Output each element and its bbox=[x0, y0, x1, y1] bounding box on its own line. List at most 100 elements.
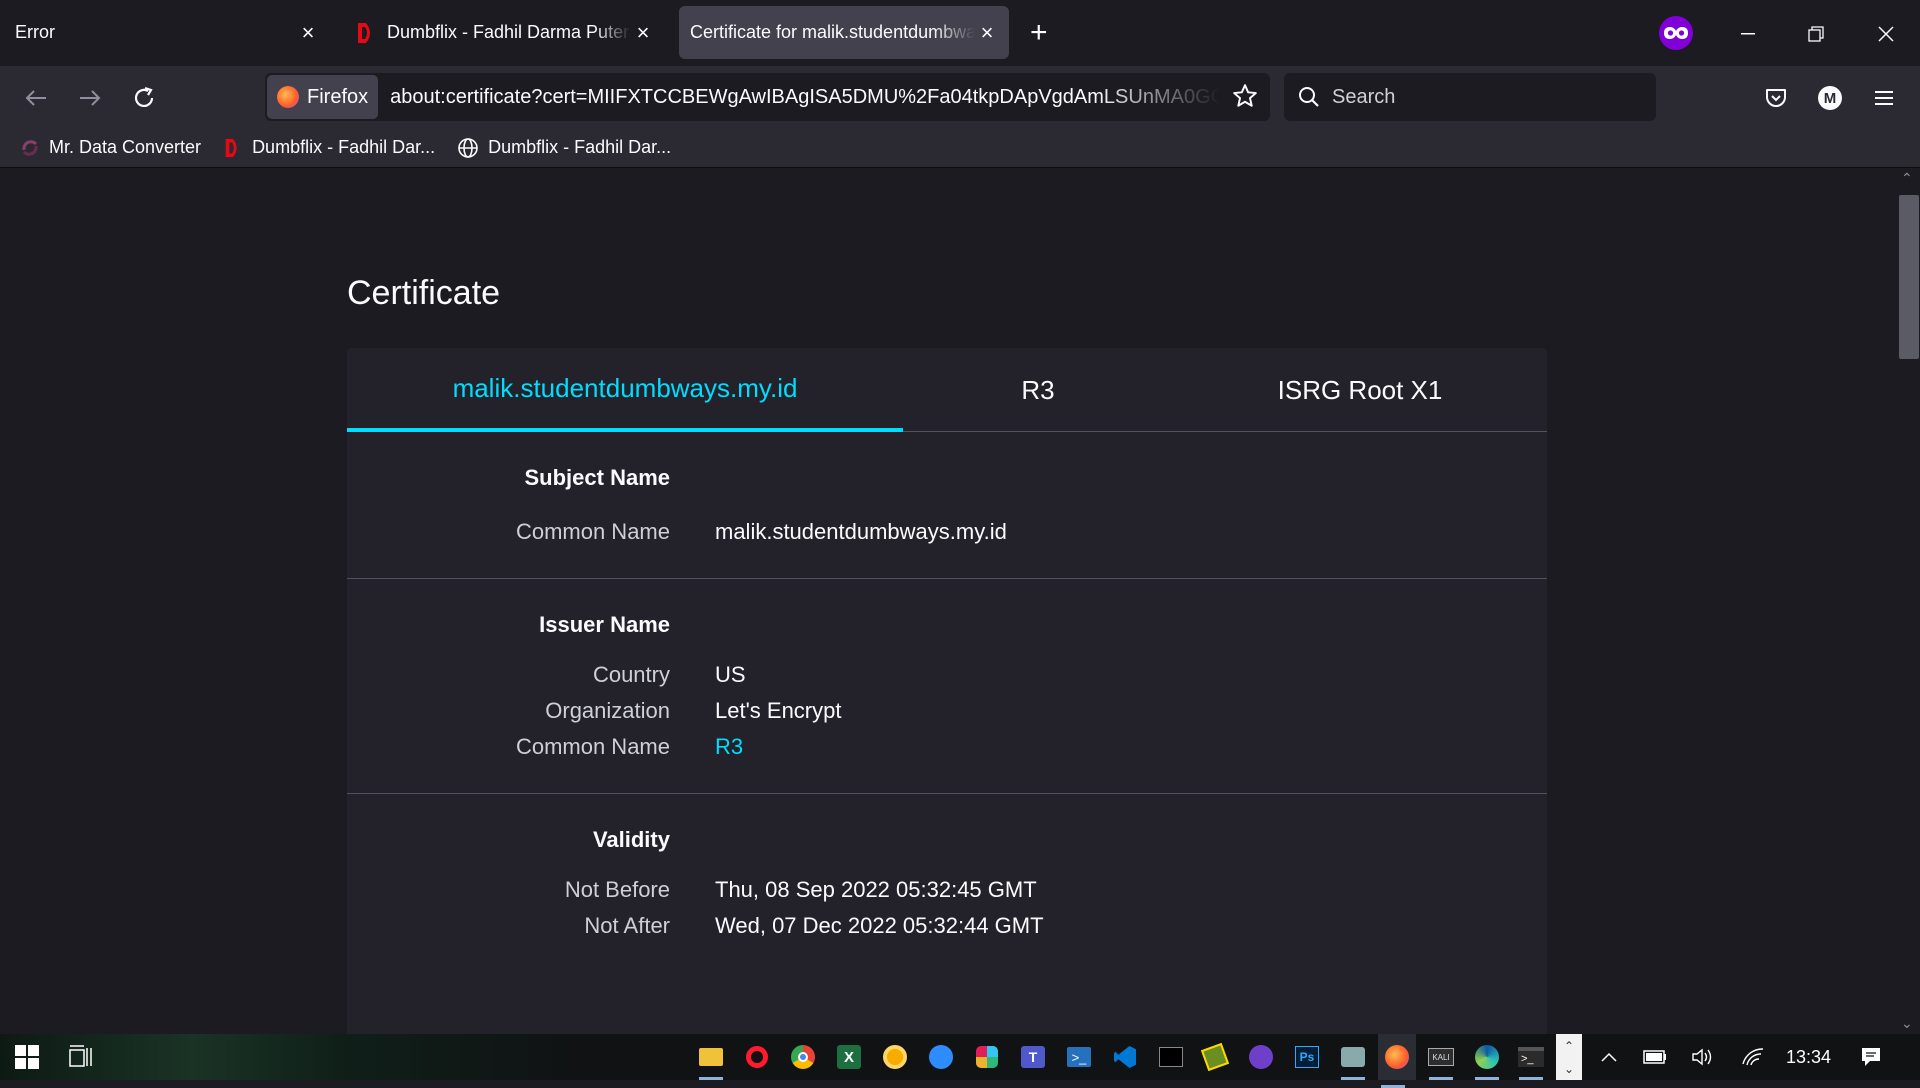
section-title: Validity bbox=[592, 827, 670, 852]
search-placeholder: Search bbox=[1332, 85, 1396, 108]
windows-terminal-icon[interactable]: >_ bbox=[1516, 1042, 1546, 1080]
new-tab-button[interactable]: + bbox=[1030, 18, 1048, 48]
app-icon[interactable] bbox=[1338, 1042, 1368, 1080]
close-window-button[interactable] bbox=[1866, 14, 1906, 54]
field-value: Wed, 07 Dec 2022 05:32:44 GMT bbox=[715, 913, 1044, 938]
identity-box[interactable]: Firefox bbox=[267, 75, 379, 119]
photoshop-icon[interactable]: Ps bbox=[1292, 1042, 1322, 1072]
field-label: Organization bbox=[545, 698, 670, 723]
page-title: Certificate bbox=[347, 274, 501, 312]
search-box[interactable]: Search bbox=[1284, 73, 1656, 121]
chevron-up-icon[interactable]: ⌃ bbox=[1564, 1039, 1574, 1053]
restore-button[interactable] bbox=[1796, 14, 1836, 54]
certificate-tabs: malik.studentdumbways.my.id R3 ISRG Root… bbox=[347, 348, 1547, 432]
tab-label: Certificate for malik.studentdumbways bbox=[690, 22, 975, 42]
field-value: Thu, 08 Sep 2022 05:32:45 GMT bbox=[715, 877, 1037, 902]
tab-cert-isrg-root[interactable]: ISRG Root X1 bbox=[1173, 348, 1547, 432]
field-label: Common Name bbox=[515, 519, 670, 544]
bookmark-item[interactable]: Mr. Data Converter bbox=[20, 137, 201, 158]
hamburger-menu-icon bbox=[1875, 91, 1893, 105]
field-value: Let's Encrypt bbox=[715, 698, 842, 723]
chrome-canary-icon[interactable] bbox=[880, 1042, 910, 1072]
firefox-taskbar-icon[interactable] bbox=[1378, 1034, 1416, 1088]
taskbar-clock[interactable]: 13:34 bbox=[1786, 1047, 1831, 1068]
windows-logo-icon bbox=[15, 1045, 39, 1069]
excel-icon[interactable]: X bbox=[834, 1042, 864, 1072]
tab-label: Dumbflix - Fadhil Darma Putera A bbox=[387, 22, 631, 42]
forward-button[interactable] bbox=[72, 80, 108, 116]
slack-icon[interactable] bbox=[972, 1042, 1002, 1072]
field-value: malik.studentdumbways.my.id bbox=[715, 519, 1007, 544]
zoom-icon[interactable] bbox=[926, 1042, 956, 1072]
taskbar-scroll-button[interactable]: ⌃ ⌄ bbox=[1556, 1034, 1582, 1080]
close-tab-icon[interactable]: × bbox=[296, 20, 320, 45]
opera-icon[interactable] bbox=[742, 1042, 772, 1072]
chrome-icon[interactable] bbox=[788, 1042, 818, 1072]
task-view-icon bbox=[69, 1045, 92, 1067]
file-explorer-icon[interactable] bbox=[696, 1042, 726, 1080]
chevron-down-icon[interactable]: ⌄ bbox=[1564, 1062, 1574, 1076]
battery-icon[interactable] bbox=[1640, 1042, 1670, 1072]
edge-icon[interactable] bbox=[1472, 1042, 1502, 1080]
globe-icon bbox=[458, 137, 478, 158]
start-button[interactable] bbox=[12, 1042, 42, 1072]
kali-icon[interactable]: KALI bbox=[1426, 1042, 1456, 1080]
close-tab-icon[interactable]: × bbox=[631, 20, 655, 45]
scroll-up-icon[interactable]: ⌃ bbox=[1901, 170, 1913, 187]
section-title: Subject Name bbox=[524, 465, 671, 490]
dumbflix-icon bbox=[358, 22, 370, 43]
private-browsing-icon bbox=[1659, 16, 1693, 50]
validity-section: Validity Not Before Thu, 08 Sep 2022 05:3… bbox=[347, 794, 1547, 970]
volume-icon[interactable] bbox=[1688, 1042, 1718, 1072]
bookmark-item[interactable]: Dumbflix - Fadhil Dar... bbox=[457, 137, 671, 159]
search-icon bbox=[1299, 87, 1319, 107]
back-button[interactable] bbox=[18, 80, 54, 116]
powershell-icon[interactable]: >_ bbox=[1064, 1042, 1094, 1072]
show-hidden-icons-button[interactable] bbox=[1594, 1042, 1624, 1072]
account-button[interactable]: M bbox=[1812, 80, 1848, 116]
bookmark-star-icon[interactable] bbox=[1232, 83, 1258, 114]
vscode-icon[interactable] bbox=[1110, 1042, 1140, 1072]
dumbflix-icon bbox=[225, 138, 237, 157]
tab-cert-r3[interactable]: R3 bbox=[903, 348, 1173, 432]
url-text[interactable]: about:certificate?cert=MIIFXTCCBEWgAwIBA… bbox=[390, 86, 1220, 109]
pocket-button[interactable] bbox=[1758, 80, 1794, 116]
navigation-toolbar: Firefox about:certificate?cert=MIIFXTCCB… bbox=[0, 66, 1920, 128]
bookmark-item[interactable]: Dumbflix - Fadhil Dar... bbox=[223, 137, 435, 159]
utility-icon[interactable] bbox=[1200, 1042, 1230, 1072]
windows-taskbar: X T >_ Ps KALI >_ ⌃ ⌄ 13:34 bbox=[0, 1034, 1920, 1088]
firefox-icon bbox=[277, 86, 299, 108]
certificate-card: malik.studentdumbways.my.id R3 ISRG Root… bbox=[347, 348, 1547, 1034]
scroll-down-icon[interactable]: ⌄ bbox=[1901, 1015, 1913, 1032]
bookmark-label: Mr. Data Converter bbox=[49, 137, 202, 157]
section-title: Issuer Name bbox=[539, 612, 670, 637]
reload-button[interactable] bbox=[126, 80, 162, 116]
chevron-up-icon bbox=[1601, 1052, 1617, 1062]
field-label: Common Name bbox=[515, 734, 670, 759]
teams-icon[interactable]: T bbox=[1018, 1042, 1048, 1072]
tab-strip: Error × Dumbflix - Fadhil Darma Putera A… bbox=[0, 0, 1920, 66]
tab-dumbflix[interactable]: Dumbflix - Fadhil Darma Putera A × bbox=[345, 6, 665, 59]
tab-cert-leaf[interactable]: malik.studentdumbways.my.id bbox=[347, 348, 903, 432]
task-view-button[interactable] bbox=[66, 1042, 96, 1072]
issuer-name-section: Issuer Name Country US Organization Let's … bbox=[347, 579, 1547, 794]
vertical-scrollbar[interactable]: ⌃ ⌄ bbox=[1896, 168, 1920, 1034]
close-tab-icon[interactable]: × bbox=[975, 20, 999, 45]
app-menu-button[interactable] bbox=[1866, 80, 1902, 116]
tab-certificate[interactable]: Certificate for malik.studentdumbways × bbox=[679, 6, 1009, 59]
issuer-link[interactable]: R3 bbox=[715, 734, 743, 760]
scrollbar-thumb[interactable] bbox=[1899, 195, 1919, 359]
bookmark-label: Dumbflix - Fadhil Dar... bbox=[488, 137, 672, 157]
terminal-icon[interactable] bbox=[1156, 1042, 1186, 1072]
subject-name-section: Subject Name Common Name malik.studentdum… bbox=[347, 432, 1547, 579]
pocket-icon bbox=[1766, 89, 1786, 107]
wifi-icon[interactable] bbox=[1738, 1042, 1768, 1072]
github-icon[interactable] bbox=[1246, 1042, 1276, 1072]
tab-error[interactable]: Error × bbox=[0, 6, 330, 59]
bookmarks-toolbar: Mr. Data Converter Dumbflix - Fadhil Dar… bbox=[0, 128, 1920, 168]
field-label: Not Before bbox=[564, 877, 670, 902]
field-label: Not After bbox=[584, 913, 670, 938]
minimize-button[interactable] bbox=[1728, 14, 1768, 54]
address-bar[interactable]: Firefox about:certificate?cert=MIIFXTCCB… bbox=[265, 73, 1270, 121]
action-center-icon[interactable] bbox=[1856, 1042, 1886, 1072]
